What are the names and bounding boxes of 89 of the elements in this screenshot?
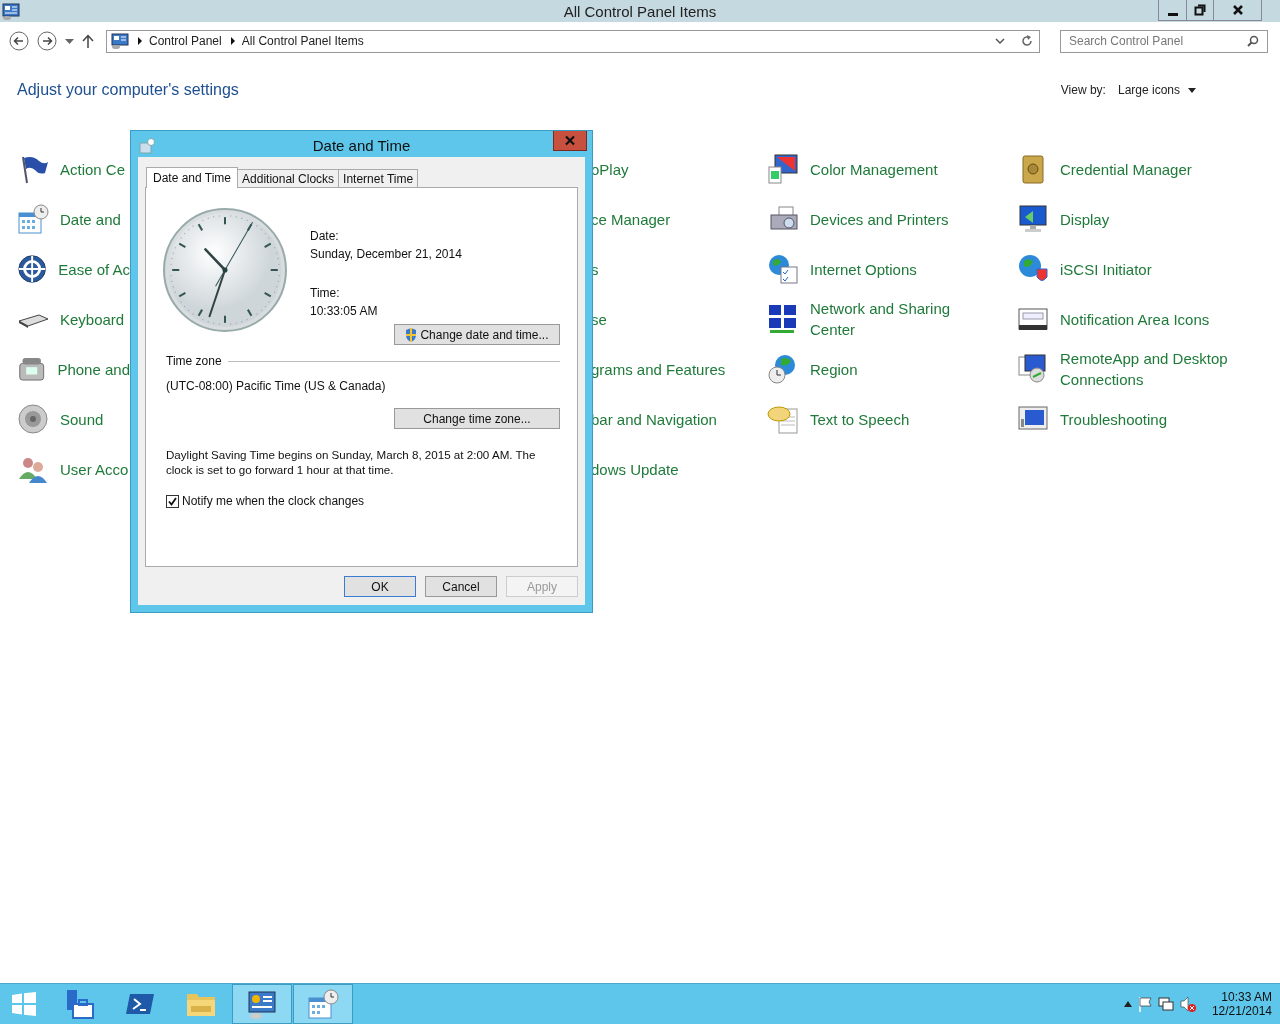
settings-item-link[interactable]: Network and Sharing Center <box>767 294 1017 344</box>
settings-item-link[interactable]: Phone and <box>17 344 130 394</box>
monitor-icon <box>767 153 799 185</box>
windows-logo-icon <box>12 992 36 1016</box>
settings-item-link[interactable]: Text to Speech <box>767 394 1017 444</box>
settings-item-link[interactable]: Ease of Ac <box>17 244 130 294</box>
settings-item-link[interactable]: Credential Manager <box>1017 144 1267 194</box>
settings-item-link[interactable]: oPlay <box>591 144 767 194</box>
speaker-muted-icon <box>1179 996 1196 1012</box>
back-button[interactable] <box>9 31 29 51</box>
time-zone-heading: Time zone <box>166 354 222 368</box>
settings-item-link[interactable]: Sound <box>17 394 130 444</box>
close-icon <box>564 135 576 146</box>
date-label: Date: <box>310 228 340 245</box>
taskbar-clock[interactable]: 10:33 AM 12/21/2014 <box>1201 984 1280 1024</box>
view-by-label: View by: <box>1060 83 1106 97</box>
chevron-icon <box>229 37 236 45</box>
notify-label: Notify me when the clock changes <box>182 494 365 508</box>
dropdown-icon <box>1188 87 1196 93</box>
time-zone-value: (UTC-08:00) Pacific Time (US & Canada) <box>166 379 387 393</box>
taskbar-button[interactable] <box>293 984 353 1024</box>
monitor-icon <box>1017 203 1049 235</box>
change-date-time-button[interactable]: Change date and time... <box>394 324 560 345</box>
settings-item-link[interactable]: Notification Area Icons <box>1017 294 1267 344</box>
settings-item-link[interactable]: Region <box>767 344 1017 394</box>
network-tray-button[interactable] <box>1157 996 1174 1012</box>
monitor-icon <box>1017 353 1049 385</box>
refresh-icon <box>1021 35 1033 47</box>
dropdown-icon <box>65 38 74 44</box>
flag-tray-button[interactable] <box>1137 996 1152 1012</box>
date-value: Sunday, December 21, 2014 <box>310 246 462 263</box>
control-panel-icon <box>2 2 20 20</box>
chevron-down-icon <box>995 37 1005 45</box>
search-icon <box>1247 34 1259 47</box>
settings-item-link[interactable]: RemoteApp and Desktop Connections <box>1017 344 1267 394</box>
taskbar-button[interactable] <box>232 984 292 1024</box>
time-value: 10:33:05 AM <box>310 303 379 320</box>
close-icon <box>1231 4 1244 16</box>
page-heading: Adjust your computer's settings <box>17 81 240 99</box>
window-title: All Control Panel Items <box>563 2 717 20</box>
forward-icon <box>37 31 57 51</box>
settings-item-link[interactable]: Troubleshooting <box>1017 394 1267 444</box>
calendar-icon <box>139 138 155 154</box>
dialog-tab[interactable]: Date and Time <box>146 167 239 188</box>
network-icon <box>1157 996 1174 1012</box>
minimize-icon <box>1167 12 1178 16</box>
settings-item-link[interactable]: Internet Options <box>767 244 1017 294</box>
globe-icon <box>767 253 799 285</box>
address-bar[interactable]: Control Panel All Control Panel Items <box>106 29 1040 53</box>
settings-item-link[interactable]: Date and <box>17 194 130 244</box>
shield-icon <box>405 327 418 342</box>
change-time-zone-button[interactable]: Change time zone... <box>394 408 560 429</box>
checkmark-icon <box>168 496 177 506</box>
breadcrumb-link[interactable]: All Control Panel Items <box>241 34 364 48</box>
speech-bubble-icon <box>767 403 799 435</box>
view-by-dropdown[interactable]: Large icons <box>1117 83 1196 97</box>
speaker-icon <box>17 403 49 435</box>
up-button[interactable] <box>82 34 94 48</box>
search-field[interactable]: Search Control Panel <box>1060 29 1268 53</box>
settings-item-link[interactable]: Action Ce <box>17 144 130 194</box>
settings-item-link[interactable]: Keyboard <box>17 294 130 344</box>
network-icon <box>767 303 799 335</box>
forward-button[interactable] <box>37 31 57 51</box>
flag-icon <box>1137 996 1152 1012</box>
notify-checkbox[interactable] <box>166 494 179 508</box>
dialog-title: Date and Time <box>312 135 411 154</box>
daylight-saving-note: Daylight Saving Time begins on Sunday, March 8, 2015 at 2:00 AM. The clock is set to go forward 1 hour at that time. <box>166 447 537 477</box>
wheel-icon <box>17 253 48 285</box>
dialog-button[interactable]: Cancel <box>425 576 497 597</box>
recent-pages-button[interactable] <box>65 38 74 44</box>
dialog-tab[interactable]: Internet Time <box>338 169 419 187</box>
chevron-icon <box>137 37 143 45</box>
up-arrow-icon <box>1123 1001 1132 1007</box>
breadcrumb-link[interactable]: Control Panel <box>149 34 222 48</box>
volume-tray-button[interactable] <box>1179 996 1196 1012</box>
back-icon <box>9 31 29 51</box>
control-panel-icon <box>246 988 278 1020</box>
settings-item-link[interactable]: iSCSI Initiator <box>1017 244 1267 294</box>
settings-item-link[interactable]: Display <box>1017 194 1267 244</box>
calendar-icon <box>307 988 339 1020</box>
control-panel-icon <box>111 33 129 49</box>
settings-item-link[interactable]: Devices and Printers <box>767 194 1017 244</box>
up-arrow-icon <box>82 34 94 48</box>
settings-item-link[interactable]: Color Management <box>767 144 1017 194</box>
settings-item-link[interactable]: User Acco <box>17 444 130 494</box>
dialog-button[interactable]: OK <box>344 576 416 597</box>
calendar-icon <box>17 203 49 235</box>
restore-icon <box>1194 4 1206 16</box>
time-label: Time: <box>310 285 341 302</box>
